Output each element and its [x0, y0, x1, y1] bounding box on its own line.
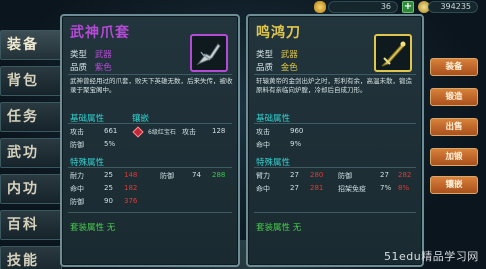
item-type: 类型 武器 [70, 48, 112, 60]
quality-value: 金色 [280, 63, 298, 73]
reforge-button[interactable]: 加锻 [430, 148, 478, 166]
inlay-stat-value: 128 [212, 127, 226, 135]
special-stat-value: 25 [104, 184, 113, 192]
tab-martial-arts[interactable]: 武功 [0, 138, 62, 168]
item-tooltip-right: 鸣鸿刀 类型 武器 品质 金色 轩辕黄帝的金剑出炉之时，形利有余，高温未散，锻造… [246, 14, 424, 267]
special-stat-label: 防御 [338, 172, 352, 180]
base-stat-label: 命中 [256, 141, 270, 149]
base-stat-value: 5% [104, 140, 116, 148]
item-name: 鸣鸿刀 [256, 25, 301, 41]
special-stat-value: 27 [290, 171, 299, 179]
quality-label: 品质 [70, 63, 88, 73]
type-label: 类型 [70, 50, 88, 60]
special-stat-bonus: 376 [124, 197, 138, 205]
special-stat-bonus: 8% [398, 184, 410, 192]
inlay-button[interactable]: 镶嵌 [430, 176, 478, 194]
special-stat-bonus: 182 [124, 184, 138, 192]
divider [68, 74, 232, 75]
special-stat-label: 命中 [256, 185, 270, 193]
tab-bag[interactable]: 背包 [0, 66, 62, 96]
quality-label: 品质 [256, 63, 274, 73]
divider [68, 167, 232, 168]
item-quality: 品质 金色 [256, 61, 298, 73]
base-stat-label: 防御 [70, 141, 84, 149]
special-stat-value: 27 [290, 184, 299, 192]
base-stat-value: 960 [290, 127, 304, 135]
ingot-icon [314, 1, 326, 13]
special-stat-bonus: 282 [398, 171, 412, 179]
special-stat-label: 防御 [70, 198, 84, 206]
special-stat-value: 27 [380, 171, 389, 179]
special-stat-value: 7% [380, 184, 392, 192]
currency1-value: 36 [380, 2, 391, 11]
divider [254, 74, 416, 75]
item-tooltip-left: 武神爪套 类型 武器 品质 紫色 武神曾经用过的爪套，败天下英雄无数，后来失传，… [60, 14, 240, 267]
type-label: 类型 [256, 50, 274, 60]
item-description: 轩辕黄帝的金剑出炉之时，形利有余，高温未散，锻造原料有亲临向炉膛，冷却后自成刀形… [256, 77, 412, 94]
set-bonus: 套装属性 无 [256, 223, 302, 233]
currency-bar: 36 + 394235 [250, 0, 486, 14]
divider [68, 123, 232, 124]
special-stat-label: 命中 [70, 185, 84, 193]
special-stat-bonus: 288 [212, 171, 226, 179]
type-value: 武器 [280, 50, 298, 60]
special-stat-label: 防御 [160, 172, 174, 180]
inlay-gem-name: 6级红宝石 [148, 129, 176, 136]
special-stat-bonus: 280 [310, 171, 324, 179]
tab-skills[interactable]: 技能 [0, 246, 62, 269]
item-description: 武神曾经用过的爪套，败天下英雄无数，后来失传，被收录于聚宝阁中。 [70, 77, 233, 94]
ruby-gem-icon [132, 126, 144, 138]
divider [254, 212, 416, 213]
sword-weapon-icon [374, 34, 412, 72]
watermark: 51edu精品学习网 [384, 250, 479, 263]
currency2-value: 394235 [440, 2, 471, 11]
add-currency1-button[interactable]: + [402, 1, 414, 13]
base-stat-label: 攻击 [256, 128, 270, 136]
special-stat-label: 耐力 [70, 172, 84, 180]
divider [68, 212, 232, 213]
tab-equipment[interactable]: 装备 [0, 30, 62, 60]
special-stat-label: 臂力 [256, 172, 270, 180]
tab-inner-power[interactable]: 内功 [0, 174, 62, 204]
special-stat-value: 90 [104, 197, 113, 205]
sell-button[interactable]: 出售 [430, 118, 478, 136]
item-type: 类型 武器 [256, 48, 298, 60]
forge-button[interactable]: 锻造 [430, 88, 478, 106]
base-stat-value: 661 [104, 127, 118, 135]
special-stat-label: 招架免疫 [338, 185, 366, 193]
special-stat-value: 25 [104, 171, 113, 179]
divider [254, 167, 416, 168]
quality-value: 紫色 [94, 63, 112, 73]
type-value: 武器 [94, 50, 112, 60]
item-quality: 品质 紫色 [70, 61, 112, 73]
tab-quests[interactable]: 任务 [0, 102, 62, 132]
claw-weapon-icon [190, 34, 228, 72]
currency2-display: 394235 [428, 1, 478, 13]
divider [254, 123, 416, 124]
equip-button[interactable]: 装备 [430, 58, 478, 76]
set-bonus: 套装属性 无 [70, 223, 116, 233]
special-stat-bonus: 148 [124, 171, 138, 179]
inlay-stat-label: 攻击 [182, 128, 196, 136]
base-stat-label: 攻击 [70, 128, 84, 136]
tab-encyclopedia[interactable]: 百科 [0, 210, 62, 240]
special-stat-bonus: 281 [310, 184, 324, 192]
special-stat-value: 74 [192, 171, 201, 179]
currency1-display: 36 [328, 1, 398, 13]
item-name: 武神爪套 [70, 25, 130, 41]
base-stat-value: 9% [290, 140, 302, 148]
